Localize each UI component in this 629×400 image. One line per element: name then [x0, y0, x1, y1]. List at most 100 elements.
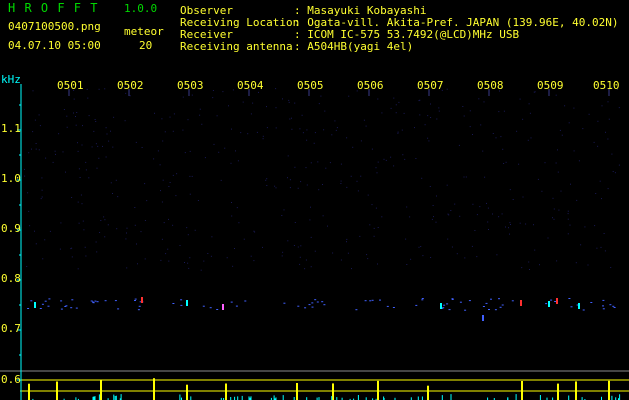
noise-speck	[479, 206, 481, 208]
noise-speck	[367, 194, 369, 196]
noise-speck	[464, 257, 466, 259]
meteor-echo	[141, 297, 143, 303]
x-tick-label: 0503	[177, 79, 204, 92]
noise-speck	[594, 225, 596, 227]
meteor-trace	[371, 299, 374, 301]
noise-speck	[293, 245, 295, 246]
noise-speck	[397, 131, 399, 133]
meteor-trace	[482, 306, 485, 307]
noise-speck	[75, 116, 76, 117]
noise-speck	[607, 101, 609, 103]
noise-speck	[420, 246, 422, 247]
noise-speck	[325, 167, 327, 169]
noise-speck	[430, 257, 432, 258]
x-tick-label: 0505	[297, 79, 324, 92]
noise-speck	[456, 253, 458, 255]
noise-speck	[164, 131, 166, 133]
meteor-trace	[70, 307, 73, 309]
noise-speck	[126, 232, 127, 234]
noise-speck	[346, 186, 348, 188]
noise-speck	[144, 258, 146, 260]
noise-speck	[618, 107, 620, 109]
noise-speck	[314, 132, 316, 134]
noise-speck	[253, 230, 255, 232]
noise-speck	[611, 153, 613, 155]
meteor-echo	[556, 298, 558, 304]
noise-speck	[106, 133, 108, 135]
noise-speck	[187, 119, 189, 121]
meteor-trace	[369, 300, 372, 302]
noise-speck	[26, 266, 28, 267]
meteor-trace	[570, 306, 573, 308]
noise-speck	[159, 164, 161, 166]
noise-speck	[231, 128, 232, 130]
activity-bar	[98, 394, 100, 400]
noise-speck	[313, 142, 315, 144]
noise-speck	[262, 135, 264, 137]
noise-speck	[580, 244, 582, 246]
noise-speck	[124, 120, 126, 122]
noise-speck	[553, 208, 555, 210]
noise-speck	[603, 233, 605, 234]
noise-speck	[305, 259, 307, 261]
activity-bar	[619, 394, 621, 400]
activity-bar	[28, 383, 30, 400]
noise-speck	[146, 200, 148, 202]
noise-speck	[179, 245, 181, 246]
noise-speck	[28, 210, 30, 212]
noise-speck	[291, 128, 293, 130]
noise-speck	[487, 207, 489, 209]
noise-speck	[281, 255, 283, 257]
noise-speck	[136, 243, 137, 245]
noise-speck	[472, 203, 474, 205]
meteor-trace	[297, 305, 300, 307]
y-tick-label: 1.1	[1, 122, 21, 135]
meteor-trace	[468, 300, 471, 302]
noise-speck	[34, 230, 35, 232]
noise-speck	[94, 119, 96, 120]
meteor-count: 20	[139, 39, 153, 52]
file-datetime: 04.07.10 05:00	[8, 39, 101, 52]
noise-speck	[556, 260, 558, 262]
noise-speck	[405, 238, 407, 240]
noise-speck	[297, 246, 299, 248]
meteor-label: meteor	[124, 25, 164, 38]
noise-speck	[289, 179, 291, 181]
activity-bar	[611, 395, 613, 400]
noise-speck	[161, 201, 163, 203]
noise-speck	[472, 134, 473, 135]
noise-speck	[163, 222, 165, 224]
meteor-trace	[316, 301, 319, 303]
noise-speck	[371, 204, 373, 206]
noise-speck	[537, 178, 539, 180]
noise-speck	[510, 224, 511, 225]
noise-speck	[385, 159, 387, 161]
noise-speck	[496, 254, 498, 256]
noise-speck	[309, 219, 311, 221]
meteor-trace	[554, 301, 557, 302]
noise-speck	[587, 264, 589, 266]
noise-speck	[304, 268, 306, 270]
noise-speck	[161, 238, 163, 240]
noise-speck	[501, 213, 503, 215]
noise-speck	[306, 184, 308, 186]
activity-bar	[179, 394, 181, 400]
noise-speck	[129, 95, 131, 97]
meteor-trace	[415, 304, 418, 306]
noise-speck	[176, 173, 178, 175]
meteor-trace	[545, 303, 548, 305]
meteor-trace	[39, 308, 42, 309]
noise-speck	[100, 220, 102, 221]
activity-bar	[113, 394, 115, 400]
activity-bar	[100, 380, 102, 400]
noise-speck	[469, 126, 471, 128]
meteor-trace	[94, 300, 97, 302]
meteor-trace	[308, 304, 311, 306]
noise-speck	[172, 224, 174, 226]
meteor-trace	[172, 303, 175, 304]
noise-speck	[199, 108, 201, 110]
meteor-trace	[114, 300, 117, 302]
noise-speck	[73, 98, 75, 100]
noise-speck	[287, 155, 289, 157]
noise-speck	[458, 144, 460, 146]
